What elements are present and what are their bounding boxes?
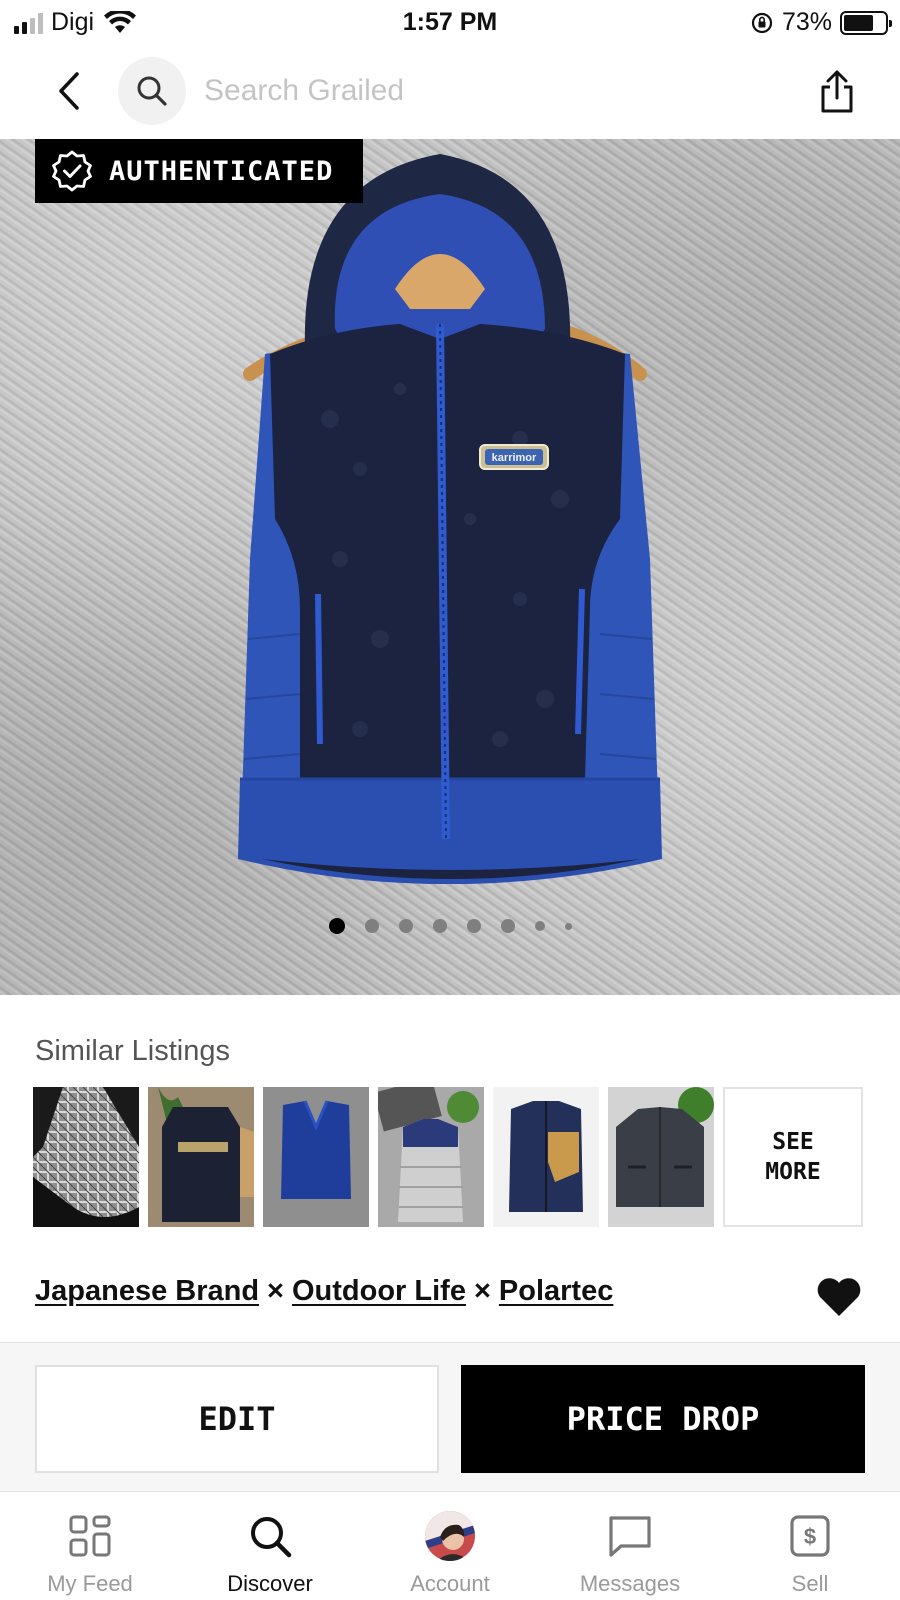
thumbnail-image [608,1087,714,1227]
authenticated-label: AUTHENTICATED [109,155,334,187]
orientation-lock-icon [751,12,773,33]
favorite-button[interactable] [816,1277,862,1322]
thumbnail-image [493,1087,599,1227]
nav-bar [0,54,900,134]
carousel-dot[interactable] [432,919,447,933]
similar-listings-row: SEE MORE [33,1087,863,1227]
brand-line: Japanese Brand × Outdoor Life × Polartec [35,1275,613,1308]
search-button[interactable] [118,57,186,125]
thumbnail-image [263,1087,369,1227]
svg-text:$: $ [804,1524,816,1549]
chevron-left-icon [59,72,79,110]
search-icon [137,76,167,106]
avatar [425,1511,475,1561]
search-input[interactable] [204,74,764,108]
carousel-dot[interactable] [328,918,345,934]
share-icon [821,70,853,113]
brand-link[interactable]: Outdoor Life [292,1275,466,1308]
status-bar: Digi 1:57 PM 73% [0,0,900,46]
status-right: 73% [750,8,892,37]
grid-icon [69,1515,111,1557]
search-bar[interactable] [118,56,798,126]
see-more-button[interactable]: SEE MORE [723,1087,863,1227]
search-icon [251,1517,292,1558]
dollar-tag-icon: $ [790,1515,830,1557]
similar-listing-thumbnail[interactable] [33,1087,139,1227]
carousel-dot[interactable] [564,922,572,930]
carousel-dot[interactable] [534,921,545,931]
similar-listing-thumbnail[interactable] [493,1087,599,1227]
carousel-dot[interactable] [364,919,379,933]
price-drop-button[interactable]: PRICE DROP [461,1365,865,1473]
thumbnail-image [148,1087,254,1227]
heart-icon [817,1278,861,1316]
tab-label: Discover [227,1571,313,1596]
verified-check-icon [52,150,92,192]
carousel-dot[interactable] [500,919,515,933]
product-image-carousel[interactable]: karrimor AUTHENTICATED [0,139,900,995]
battery-percent: 73% [781,8,832,36]
carousel-dot[interactable] [466,919,481,933]
similar-listing-thumbnail[interactable] [263,1087,369,1227]
tab-my-feed[interactable]: My Feed [0,1493,180,1600]
tab-discover[interactable]: Discover [180,1493,360,1600]
message-icon [609,1516,651,1557]
back-button[interactable] [46,68,92,114]
see-more-label-line2: MORE [765,1159,821,1185]
product-photo: karrimor [238,154,662,884]
thumbnail-image [378,1087,484,1227]
tab-label: Account [410,1571,490,1596]
battery-icon [840,10,892,35]
authenticated-badge: AUTHENTICATED [35,139,363,203]
carousel-indicator[interactable] [0,918,900,934]
edit-button[interactable]: EDIT [35,1365,439,1473]
tab-account[interactable]: Account [360,1493,540,1600]
brand-separator: × [473,1275,491,1307]
similar-listing-thumbnail[interactable] [148,1087,254,1227]
brand-separator: × [267,1275,284,1307]
tab-label: My Feed [47,1571,133,1596]
similar-listing-thumbnail[interactable] [608,1087,714,1227]
brand-link[interactable]: Japanese Brand [35,1275,259,1308]
see-more-label-line1: SEE [772,1129,814,1155]
tab-label: Messages [579,1571,681,1596]
thumbnail-image [33,1087,139,1217]
tab-bar: My Feed Discover Account Messages $ Sell [0,1493,900,1600]
brand-link[interactable]: Polartec [499,1275,613,1308]
carousel-dot[interactable] [398,919,413,933]
tab-messages[interactable]: Messages [540,1493,720,1600]
similar-listing-thumbnail[interactable] [378,1087,484,1227]
share-button[interactable] [812,64,862,120]
action-bar: EDIT PRICE DROP [0,1342,900,1492]
tab-sell[interactable]: $ Sell [720,1493,900,1600]
tab-label: Sell [791,1571,829,1596]
vest-patch-text: karrimor [492,452,537,464]
similar-listings-title: Similar Listings [35,1035,230,1067]
